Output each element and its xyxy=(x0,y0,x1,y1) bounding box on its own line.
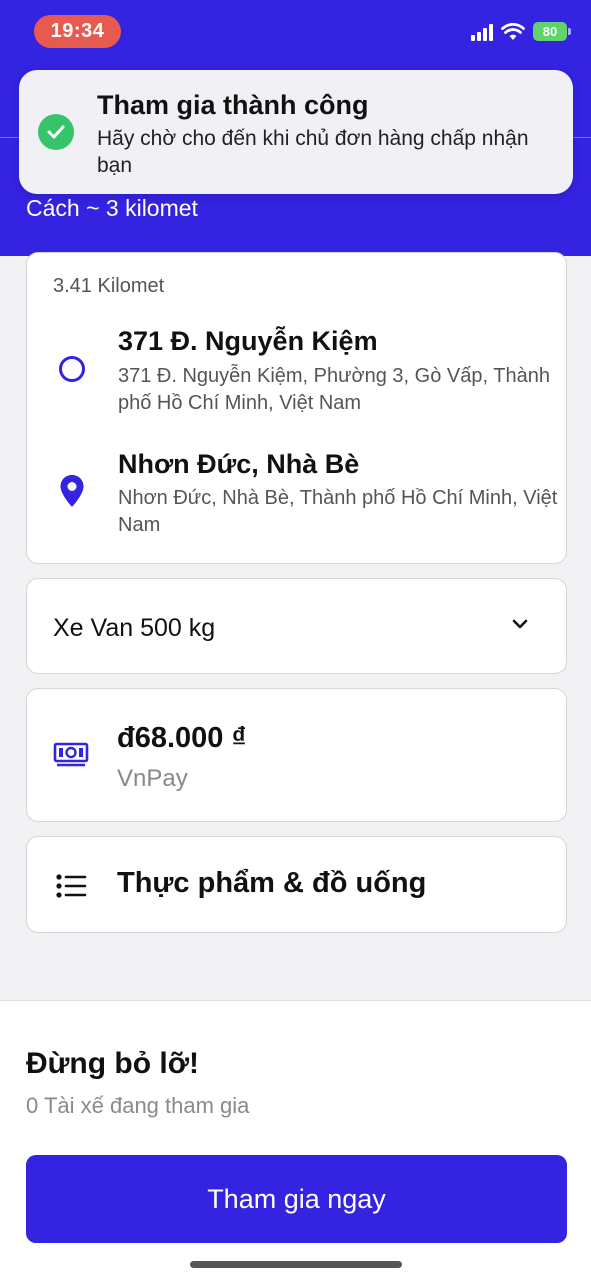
status-icons: 80 xyxy=(471,22,571,41)
cellular-signal-icon xyxy=(471,23,493,41)
goods-category-card: Thực phẩm & đồ uống xyxy=(26,836,567,933)
origin-title: 371 Đ. Nguyễn Kiệm xyxy=(118,326,378,356)
check-circle-icon xyxy=(38,114,74,150)
battery-icon: 80 xyxy=(533,22,571,41)
route-card: 3.41 Kilomet 371 Đ. Nguyễn Kiệm 371 Đ. N… xyxy=(26,252,567,564)
cta-title: Đừng bỏ lỡ! xyxy=(26,1047,200,1080)
bottom-sheet: Đừng bỏ lỡ! 0 Tài xế đang tham gia Tham … xyxy=(0,1000,591,1280)
toast-title: Tham gia thành công xyxy=(97,90,369,120)
wifi-icon xyxy=(501,22,525,40)
join-now-button[interactable]: Tham gia ngay xyxy=(26,1155,567,1243)
vehicle-label: Xe Van 500 kg xyxy=(53,614,216,642)
route-distance: 3.41 Kilomet xyxy=(53,275,165,297)
driver-count: 0 Tài xế đang tham gia xyxy=(26,1093,250,1118)
location-pin-icon xyxy=(60,475,84,507)
origin-address: 371 Đ. Nguyễn Kiệm, Phường 3, Gò Vấp, Th… xyxy=(118,365,550,414)
toast-message: Hãy chờ cho đến khi chủ đơn hàng chấp nh… xyxy=(97,127,529,177)
money-icon xyxy=(53,742,89,767)
goods-label: Thực phẩm & đồ uống xyxy=(117,867,427,899)
list-icon xyxy=(56,874,87,898)
vehicle-selector[interactable]: Xe Van 500 kg xyxy=(26,578,567,674)
chevron-down-icon xyxy=(512,619,528,629)
home-indicator[interactable] xyxy=(190,1261,402,1268)
destination-address: Nhơn Đức, Nhà Bè, Thành phố Hồ Chí Minh,… xyxy=(118,487,558,536)
status-time: 19:34 xyxy=(34,15,121,48)
distance-hint: Cách ~ 3 kilomet xyxy=(26,195,198,221)
payment-card: đ68.000 ₫ VnPay xyxy=(26,688,567,822)
payment-method: VnPay xyxy=(117,765,188,792)
battery-level: 80 xyxy=(533,22,567,41)
success-toast[interactable]: Tham gia thành công Hãy chờ cho đến khi … xyxy=(19,70,573,194)
destination-title: Nhơn Đức, Nhà Bè xyxy=(118,449,360,479)
origin-circle-icon xyxy=(59,356,85,382)
price-amount: đ68.000 ₫ xyxy=(117,722,247,754)
